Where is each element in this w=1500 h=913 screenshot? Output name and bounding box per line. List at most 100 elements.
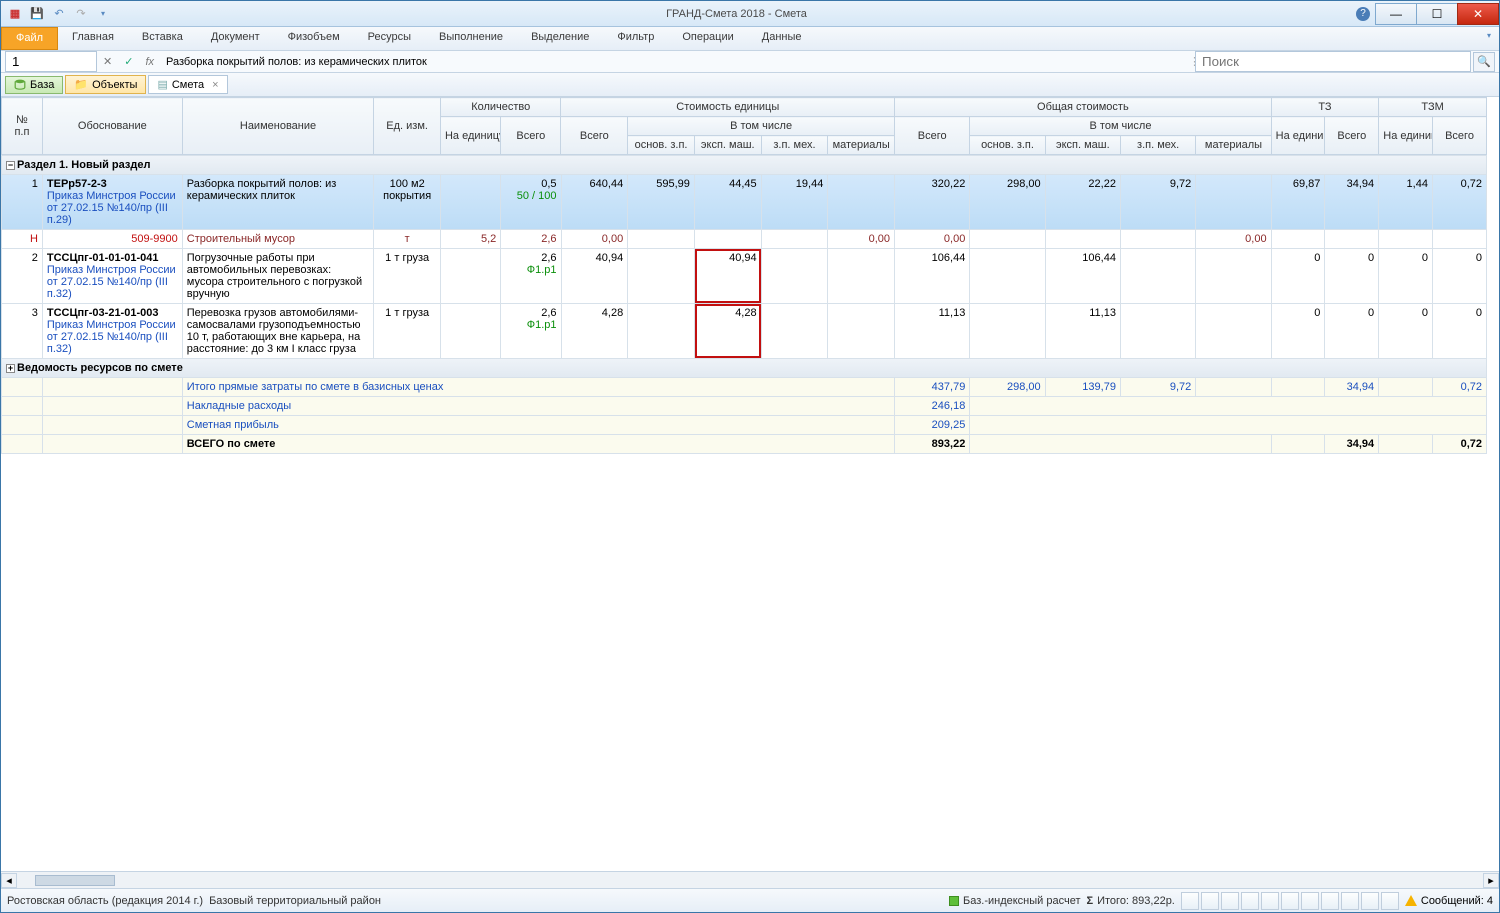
col-tz-e[interactable]: На единицу <box>1271 117 1325 155</box>
cell[interactable]: 0,00 <box>561 230 628 249</box>
cell-n[interactable]: 2 <box>2 249 43 304</box>
total-row[interactable]: Сметная прибыль 209,25 <box>2 416 1487 435</box>
cell[interactable]: 11,13 <box>895 304 970 359</box>
tab-main[interactable]: Главная <box>58 27 128 50</box>
status-chip[interactable] <box>1281 892 1299 910</box>
tab-file[interactable]: Файл <box>1 27 58 50</box>
tab-selection[interactable]: Выделение <box>517 27 603 50</box>
table-row[interactable]: 3 ТССЦпг-03-21-01-003 Приказ Минстроя Ро… <box>2 304 1487 359</box>
cell-name[interactable]: Погрузочные работы при автомобильных пер… <box>182 249 374 304</box>
tab-operations[interactable]: Операции <box>668 27 747 50</box>
cell[interactable] <box>1271 230 1325 249</box>
close-tab-icon[interactable]: × <box>212 79 218 91</box>
cell[interactable] <box>1120 249 1195 304</box>
cell-k-all[interactable]: 2,6 Ф1.р1 <box>501 304 561 359</box>
col-kol-unit[interactable]: На единицу <box>440 117 500 155</box>
cell[interactable] <box>628 230 695 249</box>
cell-k-all[interactable]: 0,5 50 / 100 <box>501 175 561 230</box>
nav-tab-objects[interactable]: 📁 Объекты <box>65 75 146 94</box>
cell-ed[interactable]: т <box>374 230 441 249</box>
cell[interactable]: 0 <box>1325 249 1379 304</box>
close-button[interactable]: ✕ <box>1457 3 1499 25</box>
scroll-left-icon[interactable]: ◂ <box>1 873 17 888</box>
cell[interactable] <box>1196 175 1271 230</box>
section-row[interactable]: −Раздел 1. Новый раздел <box>2 156 1487 175</box>
cell[interactable]: 0 <box>1379 249 1433 304</box>
status-chip[interactable] <box>1361 892 1379 910</box>
tab-execution[interactable]: Выполнение <box>425 27 517 50</box>
search-button[interactable]: 🔍 <box>1473 52 1495 72</box>
colgrp-tzm[interactable]: ТЗМ <box>1379 98 1487 117</box>
cell[interactable]: 0,72 <box>1432 175 1486 230</box>
table-row[interactable]: 1 ТЕРр57-2-3 Приказ Минстроя России от 2… <box>2 175 1487 230</box>
cell-code[interactable]: ТССЦпг-01-01-01-041 Приказ Минстроя Росс… <box>42 249 182 304</box>
redo-icon[interactable]: ↷ <box>73 6 89 22</box>
cell[interactable]: 106,44 <box>895 249 970 304</box>
col-o-maw[interactable]: эксп. маш. <box>1045 136 1120 155</box>
status-chip[interactable] <box>1181 892 1199 910</box>
cell[interactable]: 106,44 <box>1045 249 1120 304</box>
accept-icon[interactable]: ✓ <box>118 55 139 68</box>
tab-filter[interactable]: Фильтр <box>603 27 668 50</box>
cell-k-unit[interactable] <box>441 175 501 230</box>
cell-active[interactable]: 4,28 <box>694 304 761 359</box>
cell[interactable]: 0,00 <box>1196 230 1271 249</box>
cell[interactable]: 5,2 <box>441 230 501 249</box>
cell[interactable]: 2,6 <box>501 230 561 249</box>
cell[interactable] <box>628 249 695 304</box>
status-chip[interactable] <box>1381 892 1399 910</box>
undo-icon[interactable]: ↶ <box>51 6 67 22</box>
cell[interactable]: 22,22 <box>1045 175 1120 230</box>
cell[interactable]: 595,99 <box>628 175 695 230</box>
col-tz-v[interactable]: Всего <box>1325 117 1379 155</box>
status-chip[interactable] <box>1241 892 1259 910</box>
status-chip[interactable] <box>1321 892 1339 910</box>
fx-icon[interactable]: fx <box>139 56 160 68</box>
cell[interactable] <box>970 304 1045 359</box>
cell[interactable]: 40,94 <box>561 249 628 304</box>
col-ed[interactable]: Ед. изм. <box>374 98 441 155</box>
colgrp-cost-all[interactable]: Общая стоимость <box>895 98 1272 117</box>
tab-fizobem[interactable]: Физобъем <box>274 27 354 50</box>
cell[interactable]: 0 <box>1271 304 1325 359</box>
cell[interactable] <box>441 304 501 359</box>
section-row[interactable]: +Ведомость ресурсов по смете <box>2 359 1487 378</box>
cell[interactable] <box>1379 230 1433 249</box>
cell[interactable] <box>628 304 695 359</box>
horizontal-scrollbar[interactable]: ◂ ▸ <box>1 871 1499 888</box>
cell[interactable] <box>441 249 501 304</box>
minimize-button[interactable]: — <box>1375 3 1417 25</box>
cell[interactable] <box>761 230 828 249</box>
cell[interactable] <box>694 230 761 249</box>
cell-name[interactable]: Разборка покрытий полов: из керамических… <box>182 175 374 230</box>
status-chip[interactable] <box>1261 892 1279 910</box>
cell[interactable] <box>828 249 895 304</box>
help-icon[interactable]: ? <box>1356 7 1370 21</box>
nav-tab-smeta[interactable]: ▤ Смета × <box>148 75 227 94</box>
cell[interactable] <box>1120 304 1195 359</box>
cell-n[interactable]: 3 <box>2 304 43 359</box>
scroll-right-icon[interactable]: ▸ <box>1483 873 1499 888</box>
tab-document[interactable]: Документ <box>197 27 274 50</box>
search-input[interactable] <box>1195 51 1471 72</box>
col-o-osn[interactable]: основ. з.п. <box>970 136 1045 155</box>
cell[interactable]: 0 <box>1432 249 1486 304</box>
cell[interactable]: 44,45 <box>694 175 761 230</box>
cell[interactable]: 1,44 <box>1379 175 1433 230</box>
col-tzm-e[interactable]: На единицу <box>1379 117 1433 155</box>
colgrp-tz[interactable]: ТЗ <box>1271 98 1379 117</box>
tab-resources[interactable]: Ресурсы <box>354 27 425 50</box>
cell[interactable]: 0,00 <box>895 230 970 249</box>
expand-icon[interactable]: + <box>6 364 15 373</box>
cell[interactable]: 0,00 <box>828 230 895 249</box>
colgrp-o-vtom[interactable]: В том числе <box>970 117 1271 136</box>
cell-active[interactable]: 40,94 <box>694 249 761 304</box>
cell-n[interactable]: 1 <box>2 175 43 230</box>
cell[interactable]: 4,28 <box>561 304 628 359</box>
cell[interactable]: 0 <box>1379 304 1433 359</box>
cell[interactable] <box>828 175 895 230</box>
total-row-grand[interactable]: ВСЕГО по смете 893,22 34,94 0,72 <box>2 435 1487 454</box>
colgrp-c-vtom[interactable]: В том числе <box>628 117 895 136</box>
col-c-mex[interactable]: з.п. мех. <box>761 136 828 155</box>
status-chip[interactable] <box>1221 892 1239 910</box>
